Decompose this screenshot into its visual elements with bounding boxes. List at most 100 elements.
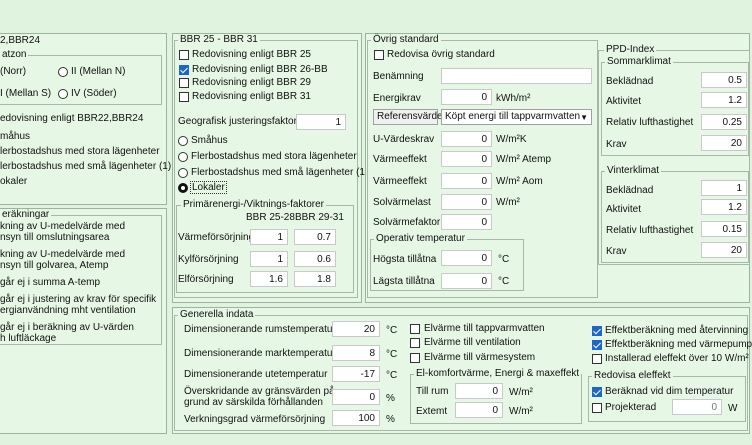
calc-2-line1[interactable]: kning av U-medelvärde med [0,249,125,260]
elvarme-varmesystem-label[interactable]: Elvärme till värmesystem [424,352,535,363]
verkningsgrad-input[interactable]: 100 [332,410,380,426]
extemt-input[interactable]: 0 [455,402,503,418]
ovrig-row3-label: Värmeeffekt [373,176,427,187]
bbr-sma-label[interactable]: Flerbostadshus med små lägenheter (1) [191,167,368,178]
eff-varmepump-label[interactable]: Effektberäkning med värmepump [605,339,752,350]
calc-1-line2: nsyn till omslutningsarea [0,232,110,243]
beraknad-label[interactable]: Beräknad vid dim temperatur [605,386,733,397]
projekterad-input[interactable]: 0 [672,399,722,415]
building-stora-label[interactable]: lerbostadshus med stora lägenheter [0,146,160,157]
bbr-smahus-radio[interactable] [178,136,188,146]
calc-4-line1[interactable]: går ej i justering av krav för specifik [0,294,156,305]
eff-varmepump-checkbox[interactable] [592,340,602,350]
elvarme-tappvarmvatten-label[interactable]: Elvärme till tappvarmvatten [424,323,545,334]
ovrig-checkbox[interactable] [374,50,384,60]
bbr-sma-radio[interactable] [178,168,188,178]
bbr31-checkbox[interactable] [179,92,189,102]
pe-row3-v2[interactable]: 1.8 [294,271,336,287]
ovrig-row3-input[interactable]: 0 [441,173,492,189]
gen-row1-input[interactable]: 20 [332,321,380,337]
elvarme-tappvarmvatten-checkbox[interactable] [410,324,420,334]
w-row4-input[interactable]: 20 [701,242,747,258]
bbr26-28-checkbox[interactable] [179,65,189,75]
ovrig-row1-input[interactable]: 0 [441,131,492,147]
w-row3-input[interactable]: 0.15 [701,221,747,237]
elvarme-ventilation-label[interactable]: Elvärme till ventilation [424,337,521,348]
pe-row2-v2[interactable]: 0.6 [294,251,336,267]
zone-1-label[interactable]: (Norr) [0,66,26,77]
s-row2-input[interactable]: 1.2 [701,92,747,108]
beraknad-checkbox[interactable] [592,387,602,397]
lagsta-label: Lägsta tillåtna [373,276,435,287]
primary-energy-title: Primärenergi-/Viktnings-faktorer [181,199,326,210]
gen-row2-input[interactable]: 8 [332,345,380,361]
operativ-title: Operativ temperatur [374,233,467,244]
tillrum-label: Till rum [416,386,449,397]
ovrig-label[interactable]: Redovisa övrig standard [387,49,495,60]
ovrig-row4-input[interactable]: 0 [441,194,492,210]
referensvarde-button[interactable]: Referensvärde [373,109,443,125]
zone-2-label[interactable]: II (Mellan N) [71,66,125,77]
calc-5-line1[interactable]: går ej i beräkning av U-värden [0,322,134,333]
s-row4-input[interactable]: 20 [701,135,747,151]
ovrig-row2-input[interactable]: 0 [441,151,492,167]
overskridande-unit: % [386,393,395,404]
bbr-stora-label[interactable]: Flerbostadshus med stora lägenheter [191,151,357,162]
overskridande-input[interactable]: 0 [332,389,380,405]
bbr22-redovisning-label[interactable]: edovisning enligt BBR22,BBR24 [0,113,143,124]
w-row3-label: Relativ lufthastighet [606,225,694,236]
elvarme-varmesystem-checkbox[interactable] [410,353,420,363]
bbr-smahus-label[interactable]: Småhus [191,135,228,146]
w-row2-input[interactable]: 1.2 [701,199,747,215]
installerad-eleffekt-checkbox[interactable] [592,354,602,364]
pe-row1-v1[interactable]: 1 [250,229,288,245]
projekterad-checkbox[interactable] [592,403,602,413]
building-smahus-label[interactable]: måhus [0,131,30,142]
climate-zone-title: atzon [0,49,29,60]
bbr29-checkbox[interactable] [179,78,189,88]
ovrig-row5-input[interactable]: 0 [441,214,492,230]
projekterad-label[interactable]: Projekterad [605,402,656,413]
gen-row1-label: Dimensionerande rumstemperatur [184,324,336,335]
bbr25-checkbox[interactable] [179,50,189,60]
building-sma-label[interactable]: lerbostadshus med små lägenheter (1) [0,161,171,172]
geo-factor-input[interactable]: 1 [296,114,346,130]
installerad-eleffekt-label[interactable]: Installerad eleffekt över 10 W/m² [605,353,749,364]
bbr-lokaler-radio[interactable] [178,183,188,193]
referens-select[interactable]: Köpt energi till tappvarmvatten ▼ [441,109,592,125]
bbr29-label[interactable]: Redovisning enligt BBR 29 [192,77,311,88]
extemt-label: Extemt [416,406,448,417]
calc-3[interactable]: går ej i summa A-temp [0,277,100,288]
gen-row3-input[interactable]: -17 [332,366,380,382]
calc-4-line2: ergianvändning mht ventilation [0,305,136,316]
building-lokaler-label[interactable]: okaler [0,176,27,187]
zone-3-label[interactable]: I (Mellan S) [0,88,51,99]
benamning-input[interactable] [441,68,592,84]
pe-row2-v1[interactable]: 1 [250,251,288,267]
s-row2-label: Aktivitet [606,96,642,107]
eff-atervinning-label[interactable]: Effektberäkning med återvinning [605,325,748,336]
sommar-title: Sommarklimat [605,56,673,67]
bbr31-label[interactable]: Redovisning enligt BBR 31 [192,91,311,102]
bbr25-label[interactable]: Redovisning enligt BBR 25 [192,49,311,60]
elkomfort-title: El-komfortvärme, Energi & maxeffekt [414,368,582,379]
ovrig-row2-unit: W/m² Atemp [496,154,552,165]
zone-2-radio[interactable] [58,67,68,77]
bbr26-28-label[interactable]: Redovisning enligt BBR 26-BBR 28 [192,64,328,75]
zone-4-label[interactable]: IV (Söder) [71,88,117,99]
lagsta-input[interactable]: 0 [441,273,492,289]
zone-4-radio[interactable] [58,89,68,99]
hogsta-input[interactable]: 0 [441,250,492,266]
bbr-stora-radio[interactable] [178,152,188,162]
pe-row1-v2[interactable]: 0.7 [294,229,336,245]
calc-1-line1[interactable]: kning av U-medelvärde med [0,221,125,232]
elvarme-ventilation-checkbox[interactable] [410,338,420,348]
s-row3-input[interactable]: 0.25 [701,114,747,130]
bbr-lokaler-label[interactable]: Lokaler [190,181,227,194]
s-row1-input[interactable]: 0.5 [701,72,747,88]
w-row1-input[interactable]: 1 [701,180,747,196]
eff-atervinning-checkbox[interactable] [592,326,602,336]
energikrav-input[interactable]: 0 [441,89,492,105]
pe-row3-v1[interactable]: 1.6 [250,271,288,287]
tillrum-input[interactable]: 0 [455,383,503,399]
